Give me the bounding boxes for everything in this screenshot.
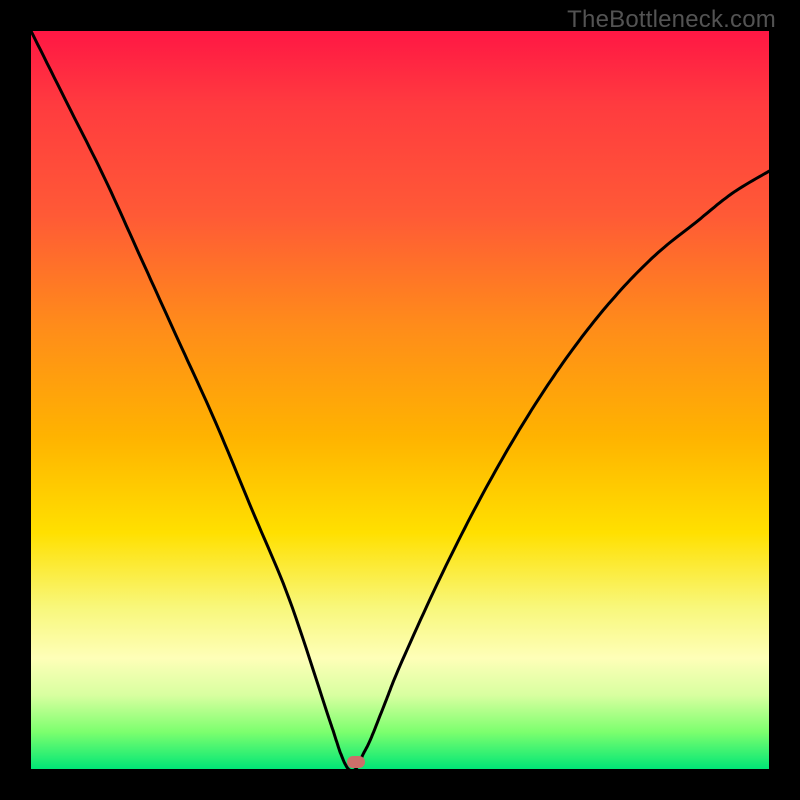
optimum-marker [347, 756, 365, 768]
plot-area [31, 31, 769, 769]
bottleneck-curve [31, 31, 769, 769]
watermark-text: TheBottleneck.com [567, 6, 776, 34]
chart-frame: TheBottleneck.com [0, 0, 800, 800]
